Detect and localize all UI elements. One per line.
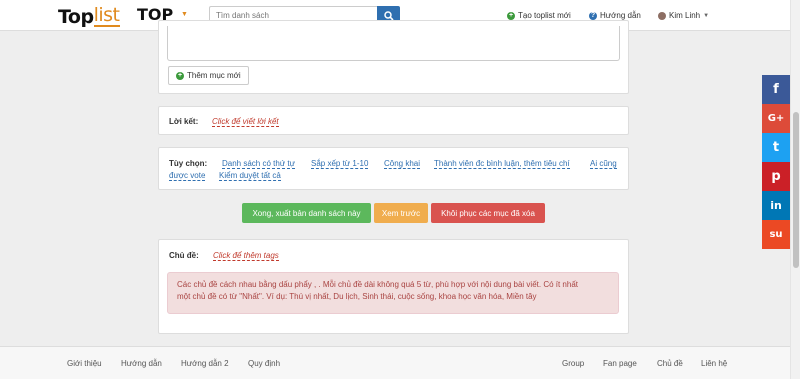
footer-link-guide-2[interactable]: Hướng dẫn 2 — [181, 359, 229, 368]
option-moderate-all[interactable]: Kiểm duyệt tất cả — [219, 171, 281, 181]
option-members-comment[interactable]: Thành viên đc bình luận, thêm tiêu chí — [434, 159, 570, 169]
scrollbar-thumb[interactable] — [793, 112, 799, 268]
twitter-share-button[interactable]: t — [762, 133, 790, 162]
linkedin-icon: in — [770, 199, 782, 212]
user-menu[interactable]: Kim Linh ▼ — [658, 11, 709, 20]
guide-link[interactable]: ? Hướng dẫn — [589, 11, 641, 20]
option-anyone-vote-cont[interactable]: được vote — [169, 171, 206, 181]
option-public[interactable]: Công khai — [384, 159, 421, 169]
restore-deleted-button[interactable]: Khôi phục các mục đã xóa — [431, 203, 545, 223]
linkedin-share-button[interactable]: in — [762, 191, 790, 220]
stumbleupon-icon: su — [769, 229, 783, 240]
option-anyone-vote[interactable]: Ai cũng — [590, 159, 617, 169]
publish-button[interactable]: Xong, xuất bản danh sách này — [242, 203, 371, 223]
add-item-button[interactable]: + Thêm mục mới — [168, 66, 249, 85]
question-circle-icon: ? — [589, 11, 597, 20]
add-item-label: Thêm mục mới — [187, 71, 241, 80]
create-toplist-link[interactable]: + Tạo toplist mới — [507, 11, 571, 20]
google-plus-icon: G+ — [767, 113, 785, 124]
search-icon — [383, 10, 394, 21]
caret-down-icon: ▼ — [703, 12, 710, 19]
footer-link-rules[interactable]: Quy định — [248, 359, 280, 368]
avatar — [658, 11, 666, 20]
page-scrollbar[interactable] — [790, 0, 800, 379]
conclusion-label: Lời kết: — [169, 117, 199, 126]
conclusion-card: Lời kết: Click để viết lời kết — [158, 106, 629, 135]
options-label: Tùy chọn: — [169, 159, 208, 168]
pinterest-share-button[interactable]: p — [762, 162, 790, 191]
footer-link-guide[interactable]: Hướng dẫn — [121, 359, 162, 368]
topics-help-line-2: một chủ đề có từ "Nhất". Ví dụ: Thú vị n… — [177, 292, 537, 301]
footer-link-fanpage[interactable]: Fan page — [603, 359, 637, 368]
option-sort-1-10[interactable]: Sắp xếp từ 1-10 — [311, 159, 369, 169]
logo-text-top: Top — [58, 6, 94, 28]
topics-help-line-1: Các chủ đề cách nhau bằng dấu phẩy , . M… — [177, 280, 579, 289]
write-conclusion-link[interactable]: Click để viết lời kết — [212, 117, 279, 127]
footer-link-topics[interactable]: Chủ đề — [657, 359, 683, 368]
user-name: Kim Linh — [669, 11, 701, 20]
option-ordered-list[interactable]: Danh sách có thứ tự — [222, 159, 295, 169]
plus-circle-icon: + — [507, 11, 515, 20]
options-card: Tùy chọn: Danh sách có thứ tự Sắp xếp từ… — [158, 147, 629, 190]
create-toplist-label: Tạo toplist mới — [518, 11, 571, 20]
twitter-icon: t — [772, 140, 780, 155]
pinterest-icon: p — [771, 169, 781, 184]
page-footer: Giới thiệu Hướng dẫn Hướng dẫn 2 Quy địn… — [0, 346, 790, 379]
footer-link-group[interactable]: Group — [562, 359, 584, 368]
topics-help-alert: Các chủ đề cách nhau bằng dấu phẩy , . M… — [167, 272, 619, 314]
facebook-icon: f — [773, 82, 779, 97]
caret-down-icon[interactable]: ▼ — [181, 11, 188, 18]
topics-label: Chủ đề: — [169, 251, 199, 260]
stumbleupon-share-button[interactable]: su — [762, 220, 790, 249]
preview-button[interactable]: Xem trước — [374, 203, 428, 223]
facebook-share-button[interactable]: f — [762, 75, 790, 104]
google-plus-share-button[interactable]: G+ — [762, 104, 790, 133]
logo-text-list: list — [93, 4, 120, 27]
footer-link-about[interactable]: Giới thiệu — [67, 359, 102, 368]
plus-circle-icon: + — [176, 71, 184, 80]
guide-label: Hướng dẫn — [600, 11, 641, 20]
toplist-logo[interactable]: Top list — [58, 3, 120, 27]
footer-link-contact[interactable]: Liên hệ — [701, 359, 727, 368]
add-tags-link[interactable]: Click để thêm tags — [213, 251, 279, 261]
item-description-textarea[interactable] — [167, 26, 620, 61]
